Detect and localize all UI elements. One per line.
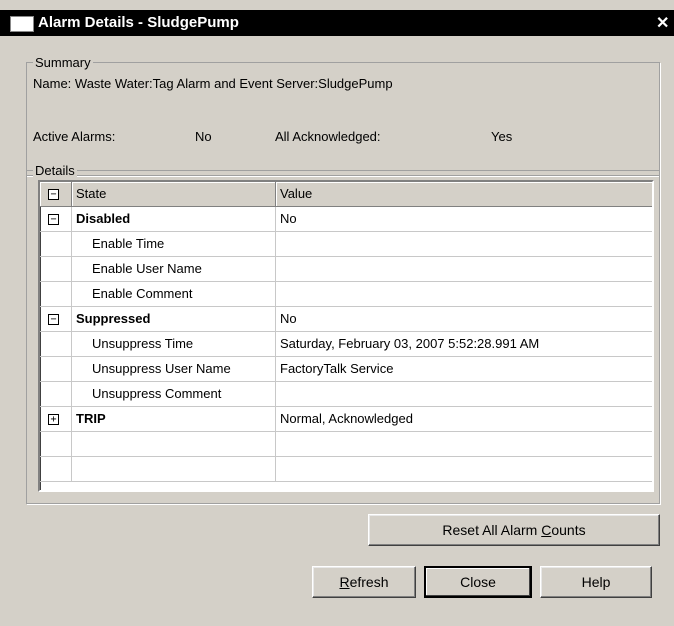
active-alarms-label: Active Alarms: [33,129,116,144]
grid-header: − State Value [40,182,652,207]
window-title: Alarm Details - SludgePump [38,14,239,31]
value-cell: Normal, Acknowledged [276,407,652,432]
state-cell: Enable User Name [72,257,276,282]
row-toggle-cell [40,382,72,407]
state-cell: Unsuppress Time [72,332,276,357]
empty-row[interactable] [40,432,652,457]
value-cell [276,257,652,282]
window-icon [10,16,34,32]
expand-icon[interactable]: + [48,414,59,425]
row-toggle-cell [40,257,72,282]
summary-name: Name: Waste Water:Tag Alarm and Event Se… [33,76,393,91]
row-toggle-cell [40,457,72,482]
state-label: Unsuppress User Name [92,361,231,376]
active-alarms-value: No [195,129,212,144]
table-row[interactable]: Enable User Name [40,257,652,282]
table-row[interactable]: − Suppressed No [40,307,652,332]
summary-legend: Summary [33,55,93,70]
row-toggle-cell: − [40,307,72,332]
state-cell: TRIP [72,407,276,432]
table-row[interactable]: Unsuppress Comment [40,382,652,407]
header-collapse-cell[interactable]: − [40,182,72,207]
help-button[interactable]: Help [540,566,652,598]
value-cell [276,382,652,407]
value-cell [276,457,652,482]
row-toggle-cell [40,332,72,357]
table-row[interactable]: + TRIP Normal, Acknowledged [40,407,652,432]
state-label: Unsuppress Comment [92,386,222,401]
state-label: Enable Time [92,236,165,251]
state-cell: Enable Time [72,232,276,257]
value-cell: No [276,307,652,332]
state-label: TRIP [76,411,106,426]
row-toggle-cell [40,232,72,257]
details-legend: Details [33,163,77,178]
state-cell: Enable Comment [72,282,276,307]
table-row[interactable]: Enable Time [40,232,652,257]
row-toggle-cell: − [40,207,72,232]
table-row[interactable]: Unsuppress User Name FactoryTalk Service [40,357,652,382]
value-cell: No [276,207,652,232]
header-value[interactable]: Value [276,182,652,207]
row-toggle-cell: + [40,407,72,432]
value-cell [276,232,652,257]
state-label: Unsuppress Time [92,336,194,351]
value-cell: FactoryTalk Service [276,357,652,382]
state-cell: Unsuppress Comment [72,382,276,407]
state-cell [72,432,276,457]
state-cell: Suppressed [72,307,276,332]
state-label: Enable User Name [92,261,202,276]
state-label: Suppressed [76,311,151,326]
title-bar: Alarm Details - SludgePump ✕ [0,10,674,36]
value-cell [276,432,652,457]
refresh-button[interactable]: Refresh [312,566,416,598]
row-toggle-cell [40,282,72,307]
table-row[interactable]: − Disabled No [40,207,652,232]
table-row[interactable]: Unsuppress Time Saturday, February 03, 20… [40,332,652,357]
collapse-all-icon[interactable]: − [48,189,59,200]
state-label: Disabled [76,211,131,226]
state-cell: Disabled [72,207,276,232]
value-cell [276,282,652,307]
summary-group: Summary Name: Waste Water:Tag Alarm and … [26,55,660,176]
state-cell [72,457,276,482]
alarm-details-window: Alarm Details - SludgePump ✕ Summary Nam… [0,0,674,626]
all-acknowledged-value: Yes [491,129,513,144]
row-toggle-cell [40,432,72,457]
header-state[interactable]: State [72,182,276,207]
collapse-icon[interactable]: − [48,314,59,325]
collapse-icon[interactable]: − [48,214,59,225]
state-label: Enable Comment [92,286,193,301]
state-cell: Unsuppress User Name [72,357,276,382]
details-grid[interactable]: − State Value − Disabled No Enable Time Enab… [38,180,654,492]
row-toggle-cell [40,357,72,382]
empty-row[interactable] [40,457,652,482]
table-row[interactable]: Enable Comment [40,282,652,307]
reset-all-alarm-counts-button[interactable]: Reset All Alarm Counts [368,514,660,546]
all-acknowledged-label: All Acknowledged: [275,129,381,144]
close-button[interactable]: Close [424,566,532,598]
value-cell: Saturday, February 03, 2007 5:52:28.991 … [276,332,652,357]
close-icon[interactable]: ✕ [656,13,669,33]
